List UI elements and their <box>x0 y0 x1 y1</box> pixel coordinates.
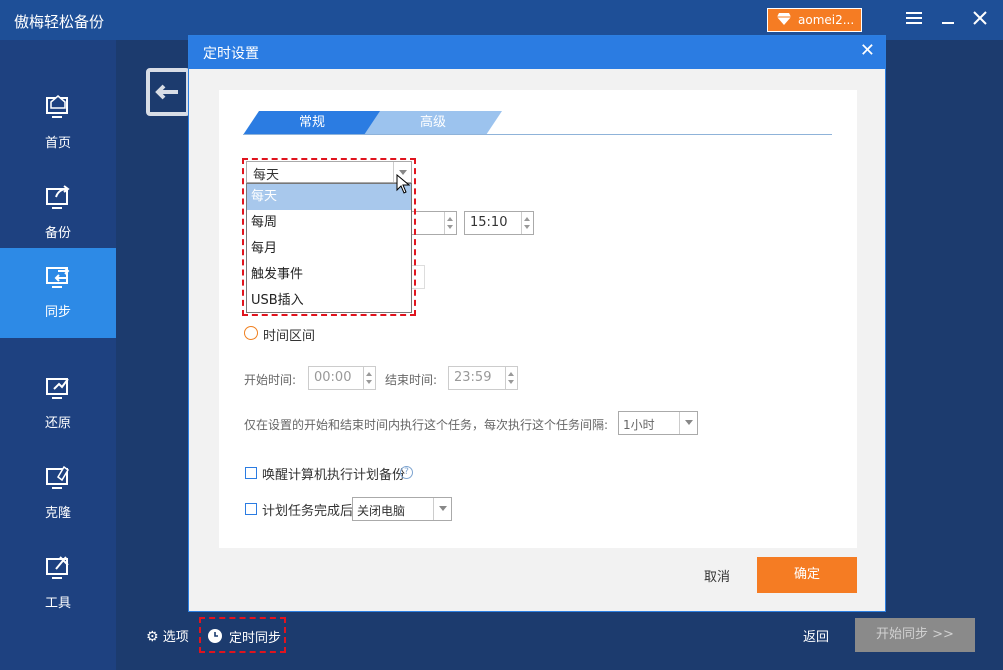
gear-icon: ⚙ <box>146 629 159 645</box>
tab-general[interactable]: 常规 <box>243 111 381 135</box>
home-icon <box>46 95 68 118</box>
app-title: 傲梅轻松备份 <box>14 13 105 31</box>
sidebar-item-label: 工具 <box>44 596 71 611</box>
end-time-value: 23:59 <box>454 370 492 385</box>
close-icon[interactable]: ✕ <box>860 41 875 61</box>
after-task-label: 计划任务完成后 <box>262 504 354 519</box>
sidebar-item-label: 克隆 <box>44 506 71 521</box>
options-label: 选项 <box>162 630 189 645</box>
spin-buttons[interactable] <box>521 212 533 234</box>
clock-icon <box>208 629 222 643</box>
tools-icon <box>46 556 69 579</box>
title-bar: 傲梅轻松备份 aomei2... <box>0 0 1003 40</box>
sidebar-item-label: 同步 <box>44 305 71 320</box>
end-time-label: 结束时间: <box>385 373 438 387</box>
help-icon[interactable]: ? <box>400 466 413 479</box>
interval-radio[interactable] <box>244 326 258 340</box>
wake-label: 唤醒计算机执行计划备份 <box>262 468 406 483</box>
sidebar-item-tools[interactable]: 工具 <box>0 539 116 629</box>
settings-panel: 常规 高级 15:10 每天 每天 每周 每月 触发事件 USB插入 时间区间 … <box>219 90 857 548</box>
sidebar-item-restore[interactable]: 还原 <box>0 359 116 449</box>
spin-buttons[interactable] <box>505 367 517 389</box>
repeat-interval-label: 仅在设置的开始和结束时间内执行这个任务，每次执行这个任务间隔: <box>244 418 609 432</box>
tab-divider <box>243 134 832 135</box>
spin-buttons[interactable] <box>444 212 456 234</box>
minimize-icon[interactable] <box>938 10 958 30</box>
schedule-dialog: 定时设置 ✕ 常规 高级 15:10 每天 每天 每周 每月 触发事件 USB插… <box>188 35 886 612</box>
spin-buttons[interactable] <box>363 367 375 389</box>
start-sync-button[interactable]: 开始同步 >> <box>855 618 975 652</box>
back-button[interactable]: 返回 <box>803 626 829 645</box>
restore-icon <box>46 378 69 399</box>
dropdown-arrow-icon[interactable] <box>679 412 697 434</box>
sidebar-item-label: 备份 <box>44 226 71 241</box>
dialog-title: 定时设置 <box>203 46 259 62</box>
sidebar-item-label: 首页 <box>44 136 71 151</box>
clone-icon <box>46 465 69 489</box>
account-button[interactable]: aomei2... <box>767 8 862 32</box>
start-time-spinner[interactable]: 00:00 <box>308 366 376 390</box>
sidebar-item-sync[interactable]: 同步 <box>0 248 116 338</box>
after-task-value: 关闭电脑 <box>357 504 406 518</box>
after-task-checkbox[interactable] <box>245 503 257 515</box>
monitor-icon <box>146 68 190 116</box>
repeat-interval-value: 1小时 <box>623 418 655 432</box>
highlight-box <box>242 158 416 316</box>
sidebar-item-clone[interactable]: 克隆 <box>0 449 116 539</box>
interval-label: 时间区间 <box>263 329 316 344</box>
start-time-label: 开始时间: <box>244 373 297 387</box>
sidebar: 首页 备份 同步 还原 克隆 工具 <box>0 40 116 670</box>
sidebar-item-home[interactable]: 首页 <box>0 79 116 169</box>
sidebar-item-label: 还原 <box>44 416 71 431</box>
repeat-interval-select[interactable]: 1小时 <box>618 411 698 435</box>
wake-checkbox[interactable] <box>245 467 257 479</box>
sync-icon <box>46 267 70 288</box>
time-spinner[interactable]: 15:10 <box>464 211 534 235</box>
account-name: aomei2... <box>798 13 855 27</box>
backup-icon <box>46 185 70 209</box>
cancel-button[interactable]: 取消 <box>704 566 730 585</box>
tab-advanced[interactable]: 高级 <box>364 111 502 135</box>
options-button[interactable]: ⚙ 选项 <box>146 626 189 645</box>
close-icon[interactable] <box>970 10 990 30</box>
dialog-header: 定时设置 ✕ <box>189 36 885 69</box>
end-time-spinner[interactable]: 23:59 <box>448 366 518 390</box>
schedule-sync-label: 定时同步 <box>229 631 282 646</box>
menu-icon[interactable] <box>904 10 924 30</box>
mouse-cursor-icon <box>396 174 410 194</box>
after-task-select[interactable]: 关闭电脑 <box>352 497 452 521</box>
ok-button[interactable]: 确定 <box>757 557 857 593</box>
dropdown-arrow-icon[interactable] <box>433 498 451 520</box>
sidebar-item-backup[interactable]: 备份 <box>0 169 116 259</box>
time-value: 15:10 <box>470 215 508 230</box>
diamond-icon <box>777 13 791 25</box>
start-time-value: 00:00 <box>314 370 352 385</box>
schedule-sync-button[interactable]: 定时同步 <box>199 617 286 653</box>
